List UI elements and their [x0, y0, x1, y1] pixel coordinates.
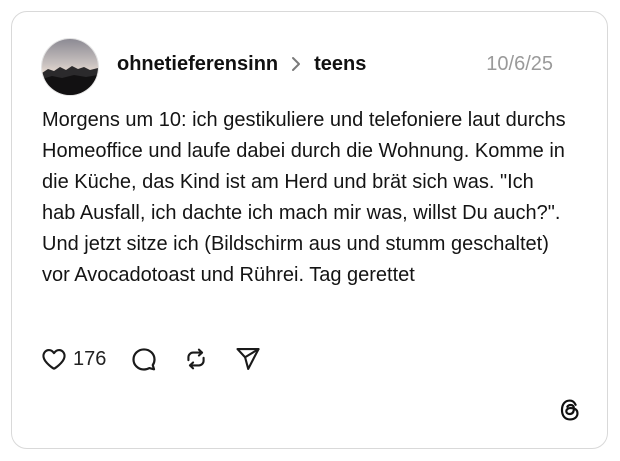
reply-button[interactable]: [130, 345, 158, 373]
like-count: 176: [73, 347, 107, 370]
send-icon: [236, 348, 260, 370]
share-button[interactable]: [234, 345, 262, 373]
post-header: ohnetieferensinn teens: [117, 50, 366, 78]
action-bar: 176: [40, 342, 286, 376]
author-name[interactable]: ohnetieferensinn: [117, 53, 278, 76]
repost-button[interactable]: [182, 345, 210, 373]
post-card: ohnetieferensinn teens 10/6/25 Morgens u…: [11, 11, 608, 449]
comment-bubble-icon: [132, 348, 156, 371]
like-button[interactable]: 176: [40, 345, 106, 373]
threads-logo-icon: [560, 399, 579, 421]
post-body: Morgens um 10: ich gestikuliere und tele…: [42, 109, 566, 286]
avatar[interactable]: [42, 39, 98, 95]
chevron-right-icon: [292, 57, 301, 71]
heart-icon: [42, 348, 66, 370]
channel-name[interactable]: teens: [314, 53, 366, 76]
avatar-image: [42, 39, 98, 95]
post-date: 10/6/25: [486, 53, 553, 75]
repost-icon: [187, 348, 206, 370]
